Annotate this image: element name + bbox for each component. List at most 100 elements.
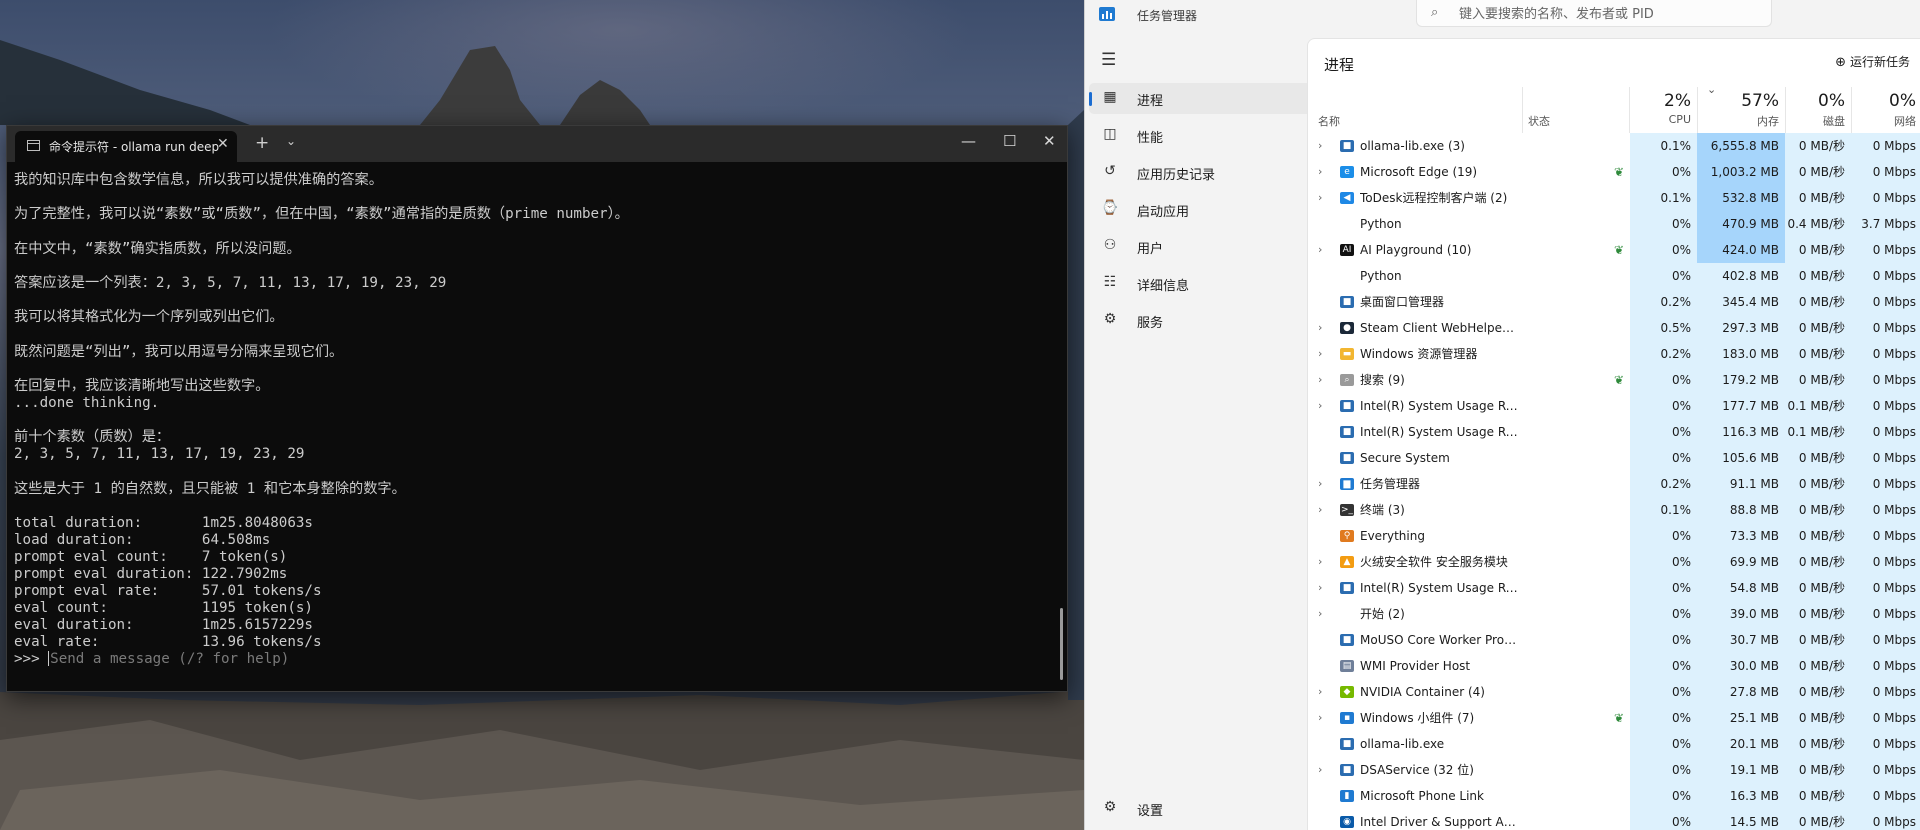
tab-dropdown-button[interactable]: ⌄ [286, 134, 296, 148]
expand-chevron-icon[interactable]: › [1318, 705, 1330, 731]
table-row[interactable]: › ● Steam Client WebHelper (7) 0.5% 297.3 MB… [1308, 315, 1920, 341]
column-divider[interactable] [1522, 87, 1523, 133]
search-box[interactable]: ⌕ [1416, 0, 1772, 27]
table-row[interactable]: › ■ DSAService (32 位) 0% 19.1 MB 0 MB/秒 0 Mbps [1308, 757, 1920, 783]
table-row[interactable]: ◉ Intel Driver & Support Assis... 0%14.5 M… [1308, 809, 1920, 830]
process-table[interactable]: › ■ ollama-lib.exe (3) 0.1% 6,555.8 MB 0 MB/秒… [1308, 133, 1920, 830]
terminal-titlebar[interactable]: 命令提示符 - ollama run deep ✕ + ⌄ — ☐ ✕ [7, 126, 1067, 162]
network-value: 3.7 Mbps [1851, 211, 1920, 237]
cpu-value: 0% [1630, 809, 1697, 830]
disk-value: 0 MB/秒 [1785, 133, 1851, 159]
task-manager-window[interactable]: 任务管理器 ⌕ ☰ ▦ 进程 ◫ 性能 ↺ 应用历史记录 ⌚ 启动应用 ⚇ 用户… [1084, 0, 1920, 830]
table-row[interactable]: › 开始 (2) 0% 39.0 MB 0 MB/秒 0 Mbps [1308, 601, 1920, 627]
nav-item-settings[interactable]: ⚙ 设置 [1089, 793, 1289, 823]
disk-value: 0 MB/秒 [1785, 341, 1851, 367]
process-app-icon: ■ [1340, 452, 1354, 464]
process-app-icon [1340, 218, 1354, 230]
process-name: Intel(R) System Usage Report [1360, 399, 1518, 413]
close-window-button[interactable]: ✕ [1043, 132, 1056, 150]
table-row[interactable]: ▮ Microsoft Phone Link 0% 16.3 MB 0 MB/秒 0 Mb… [1308, 783, 1920, 809]
run-new-task-button[interactable]: ⊕ 运行新任务 [1835, 53, 1910, 70]
memory-value: 69.9 MB [1697, 549, 1785, 575]
terminal-line: 这些是大于 1 的自然数，且只能被 1 和它本身整除的数字。 [14, 481, 406, 497]
terminal-scrollbar[interactable] [1060, 608, 1063, 680]
table-row[interactable]: › ■ ollama-lib.exe (3) 0.1% 6,555.8 MB 0 MB/秒… [1308, 133, 1920, 159]
efficiency-mode-leaf-icon [1608, 809, 1630, 830]
expand-chevron-icon[interactable]: › [1318, 393, 1330, 419]
efficiency-mode-leaf-icon [1608, 419, 1630, 445]
expand-chevron-icon[interactable]: › [1318, 757, 1330, 783]
column-header-cpu[interactable]: 2% CPU [1630, 87, 1697, 131]
column-header-status[interactable]: 状态 [1528, 87, 1628, 131]
expand-chevron-icon[interactable]: › [1318, 549, 1330, 575]
table-row[interactable]: › ▆ 任务管理器 0.2% 91.1 MB 0 MB/秒 0 Mbps [1308, 471, 1920, 497]
table-row[interactable]: › ◆ NVIDIA Container (4) 0% 27.8 MB 0 MB/秒 0 M… [1308, 679, 1920, 705]
terminal-output[interactable]: 我的知识库中包含数学信息，所以我可以提供准确的答案。 为了完整性，我可以说“素数… [14, 172, 1057, 685]
expand-chevron-icon[interactable]: › [1318, 679, 1330, 705]
expand-chevron-icon[interactable]: › [1318, 497, 1330, 523]
table-row[interactable]: ⚲ Everything 0% 73.3 MB 0 MB/秒 0 Mbps [1308, 523, 1920, 549]
new-tab-button[interactable]: + [255, 133, 269, 153]
table-row[interactable]: ■Intel(R) System Usage Report0%116.3 MB0… [1308, 419, 1920, 445]
message-input-placeholder[interactable]: Send a message (/? for help) [50, 651, 289, 667]
table-row[interactable]: ■ MoUSO Core Worker Process 0% 30.7 MB 0 MB/… [1308, 627, 1920, 653]
column-header-disk[interactable]: 0% 磁盘 [1785, 87, 1851, 131]
memory-total-percent: 57% [1741, 91, 1779, 111]
memory-value: 1,003.2 MB [1697, 159, 1785, 185]
table-row[interactable]: › e Microsoft Edge (19) ❦ 0% 1,003.2 MB 0 MB/秒… [1308, 159, 1920, 185]
close-tab-icon[interactable]: ✕ [217, 136, 229, 152]
efficiency-mode-leaf-icon: ❦ [1613, 711, 1625, 725]
table-row[interactable]: › ⌕ 搜索 (9) ❦ 0% 179.2 MB 0 MB/秒 0 Mbps [1308, 367, 1920, 393]
disk-value: 0.1 MB/秒 [1785, 393, 1851, 419]
expand-chevron-icon[interactable]: › [1318, 601, 1330, 627]
table-row[interactable]: ■ ollama-lib.exe 0% 20.1 MB 0 MB/秒 0 Mbps [1308, 731, 1920, 757]
process-name: MoUSO Core Worker Process [1360, 633, 1518, 647]
table-row[interactable]: ■ Secure System 0% 105.6 MB 0 MB/秒 0 Mbps [1308, 445, 1920, 471]
expand-chevron-icon[interactable]: › [1318, 471, 1330, 497]
services-icon: ⚙ [1103, 311, 1117, 327]
cpu-value: 0% [1630, 705, 1697, 731]
terminal-line: 答案应该是一个列表：2, 3, 5, 7, 11, 13, 17, 19, 23… [14, 275, 447, 291]
expand-chevron-icon[interactable]: › [1318, 315, 1330, 341]
efficiency-mode-leaf-icon [1608, 289, 1630, 315]
disk-value: 0 MB/秒 [1785, 367, 1851, 393]
table-row[interactable]: Python 0% 470.9 MB 0.4 MB/秒 3.7 Mbps [1308, 211, 1920, 237]
cpu-value: 0.2% [1630, 289, 1697, 315]
table-row[interactable]: Python 0% 402.8 MB 0 MB/秒 0 Mbps [1308, 263, 1920, 289]
table-row[interactable]: › ◀ ToDesk远程控制客户端 (2) 0.1% 532.8 MB 0 MB/秒 0 M… [1308, 185, 1920, 211]
terminal-tab[interactable]: 命令提示符 - ollama run deep ✕ [15, 131, 237, 162]
table-row[interactable]: › ■ Intel(R) System Usage Report 0%177.7 MB… [1308, 393, 1920, 419]
expand-chevron-icon[interactable]: › [1318, 237, 1330, 263]
memory-value: 73.3 MB [1697, 523, 1785, 549]
minimize-button[interactable]: — [961, 132, 976, 150]
efficiency-mode-leaf-icon: ❦ [1613, 373, 1625, 387]
disk-value: 0 MB/秒 [1785, 653, 1851, 679]
column-header-name[interactable]: 名称 [1318, 87, 1518, 131]
expand-chevron-icon[interactable]: › [1318, 575, 1330, 601]
table-row[interactable]: › ▪ Windows 小组件 (7) ❦ 0% 25.1 MB 0 MB/秒 0 Mbps [1308, 705, 1920, 731]
network-value: 0 Mbps [1851, 653, 1920, 679]
terminal-prompt-line[interactable]: >>> Send a message (/? for help) [14, 651, 289, 668]
terminal-window[interactable]: 命令提示符 - ollama run deep ✕ + ⌄ — ☐ ✕ 我的知识… [6, 125, 1068, 692]
table-row[interactable]: ›■Intel(R) System Usage Report0%54.8 MB0… [1308, 575, 1920, 601]
disk-value: 0 MB/秒 [1785, 679, 1851, 705]
column-header-network[interactable]: 0% 网络 [1851, 87, 1920, 131]
maximize-button[interactable]: ☐ [1003, 132, 1016, 150]
table-row[interactable]: ■ 桌面窗口管理器 0.2% 345.4 MB 0 MB/秒 0 Mbps [1308, 289, 1920, 315]
table-row[interactable]: › >_ 终端 (3) 0.1% 88.8 MB 0 MB/秒 0 Mbps [1308, 497, 1920, 523]
table-row[interactable]: › AI AI Playground (10) ❦ 0% 424.0 MB 0 MB/秒 0 … [1308, 237, 1920, 263]
column-header-memory[interactable]: ⌄ 57% 内存 [1697, 83, 1785, 131]
cpu-value: 0.1% [1630, 185, 1697, 211]
expand-chevron-icon[interactable]: › [1318, 341, 1330, 367]
table-row[interactable]: › ▲ 火绒安全软件 安全服务模块 0% 69.9 MB 0 MB/秒 0 Mbps [1308, 549, 1920, 575]
memory-value: 177.7 MB [1697, 393, 1785, 419]
table-row[interactable]: ▤ WMI Provider Host 0% 30.0 MB 0 MB/秒 0 Mbps [1308, 653, 1920, 679]
table-row[interactable]: › ▬ Windows 资源管理器 0.2% 183.0 MB 0 MB/秒 0 Mbps [1308, 341, 1920, 367]
expand-chevron-icon[interactable]: › [1318, 185, 1330, 211]
expand-chevron-icon[interactable]: › [1318, 159, 1330, 185]
expand-chevron-icon[interactable]: › [1318, 367, 1330, 393]
hamburger-menu-icon[interactable]: ☰ [1101, 50, 1116, 70]
expand-chevron-icon[interactable]: › [1318, 133, 1330, 159]
disk-value: 0 MB/秒 [1785, 627, 1851, 653]
search-input[interactable] [1457, 3, 1761, 25]
